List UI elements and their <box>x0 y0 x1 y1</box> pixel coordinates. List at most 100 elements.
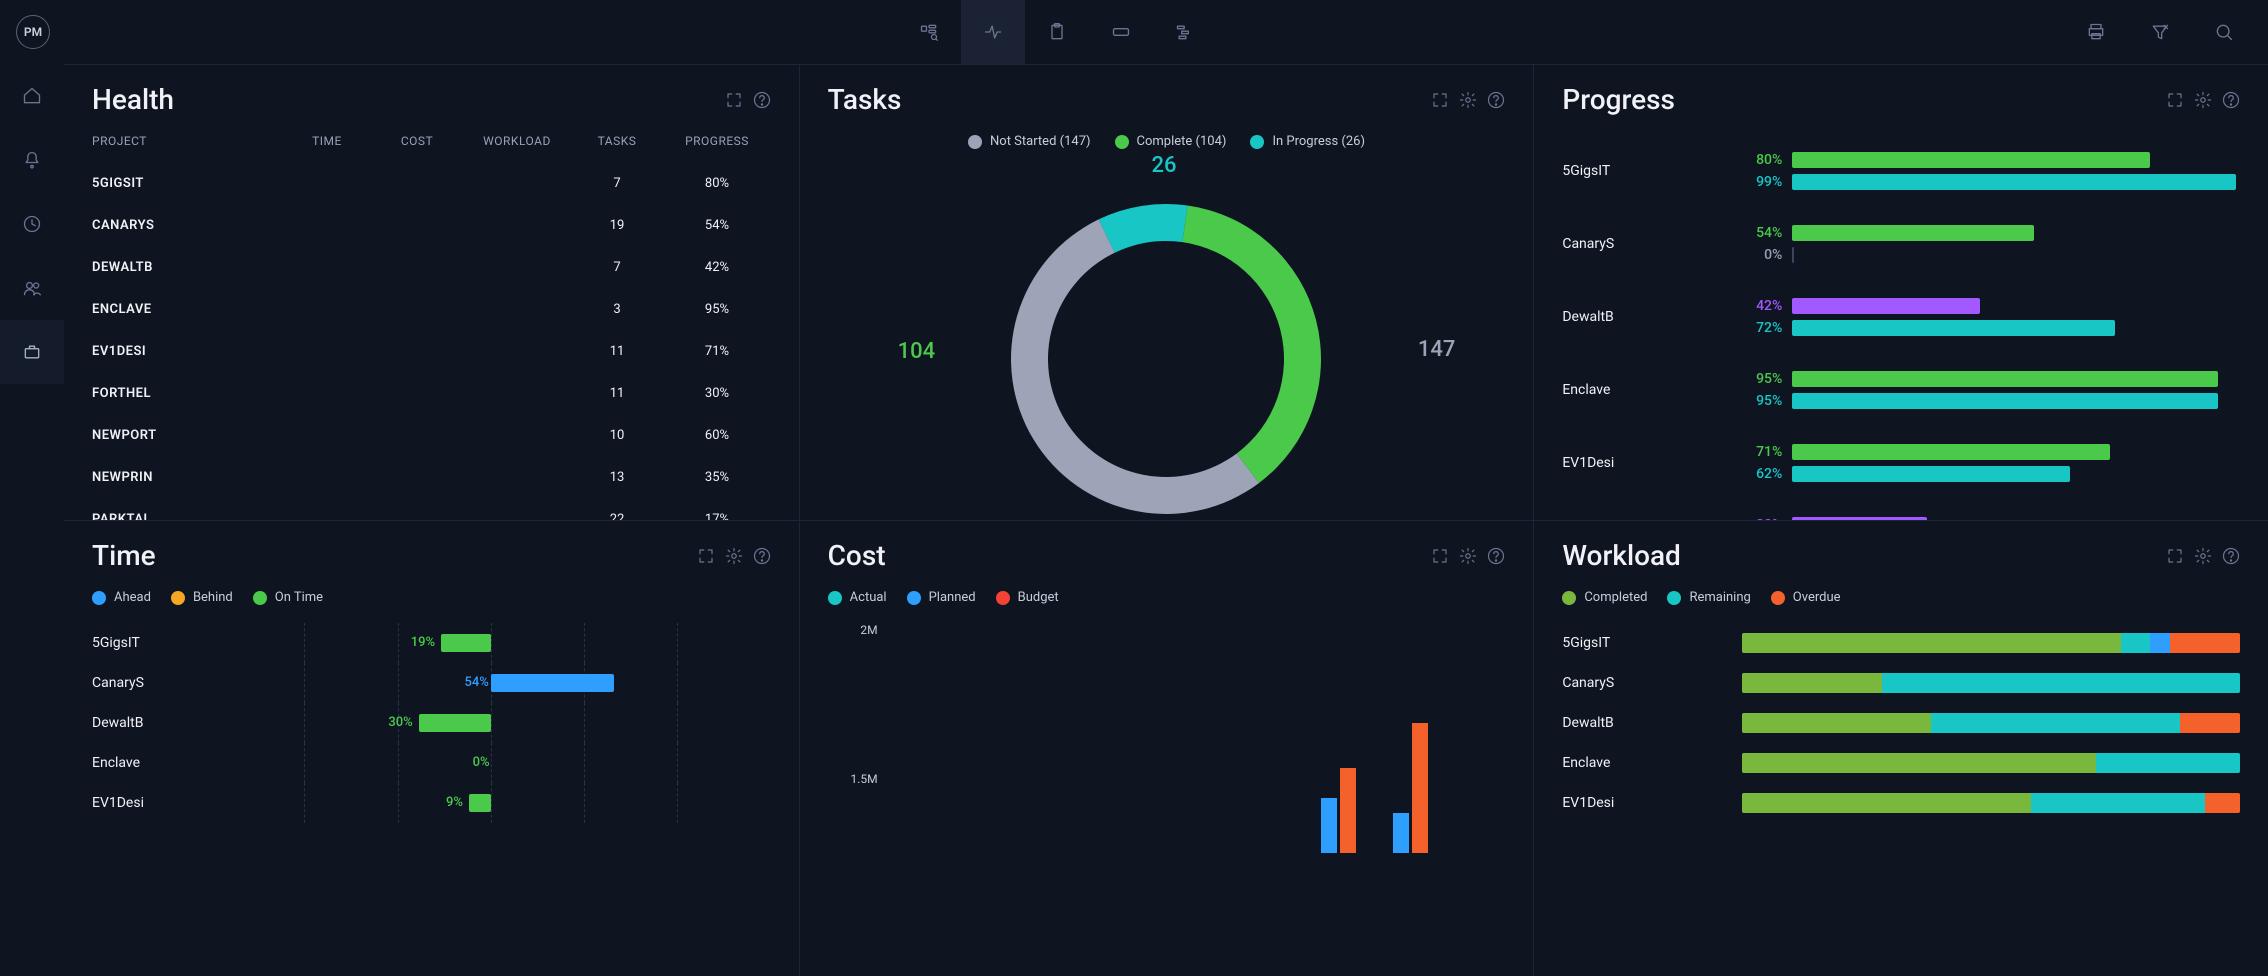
legend-item[interactable]: On Time <box>253 590 323 605</box>
workload-row[interactable]: Enclave <box>1562 743 2240 783</box>
project-name: CanaryS <box>92 675 212 691</box>
progress-bar: 95% <box>1732 371 2240 387</box>
sidebar-users-icon[interactable] <box>0 256 64 320</box>
workload-segment <box>2031 793 2205 813</box>
gear-icon[interactable] <box>1459 91 1477 109</box>
workload-bar <box>1742 793 2240 813</box>
health-row[interactable]: NEWPRIN 13 35% <box>92 456 771 498</box>
progress-pct: 71% <box>662 344 772 359</box>
bar-planned <box>1321 798 1337 853</box>
help-icon[interactable] <box>1487 91 1505 109</box>
expand-icon[interactable] <box>1431 547 1449 565</box>
card-icon[interactable] <box>1089 0 1153 64</box>
help-icon[interactable] <box>2222 547 2240 565</box>
legend-item[interactable]: Remaining <box>1667 590 1750 605</box>
workload-segment <box>2170 633 2240 653</box>
flow-icon[interactable] <box>1153 0 1217 64</box>
gear-icon[interactable] <box>2194 91 2212 109</box>
legend-dot <box>1250 135 1264 149</box>
project-name: EV1Desi <box>92 795 212 811</box>
progress-bar: 99% <box>1732 174 2240 190</box>
project-name: NEWPRIN <box>92 470 282 485</box>
legend-item[interactable]: In Progress (26) <box>1250 134 1365 149</box>
workload-row[interactable]: 5GigsIT <box>1562 623 2240 663</box>
tasks-donut: 26104147 <box>828 159 1506 520</box>
time-row[interactable]: Enclave 0% <box>92 743 771 783</box>
legend-item[interactable]: Completed <box>1562 590 1647 605</box>
legend-label: Ahead <box>114 590 151 605</box>
activity-icon[interactable] <box>961 0 1025 64</box>
progress-row[interactable]: 5GigsIT 80% 99% <box>1562 134 2240 207</box>
progress-row[interactable]: FortheL 30% 0% <box>1562 499 2240 520</box>
expand-icon[interactable] <box>2166 91 2184 109</box>
legend-item[interactable]: Actual <box>828 590 887 605</box>
legend-item[interactable]: Planned <box>907 590 976 605</box>
help-icon[interactable] <box>753 547 771 565</box>
search-icon[interactable] <box>2192 0 2256 64</box>
legend-item[interactable]: Not Started (147) <box>968 134 1091 149</box>
time-row[interactable]: 5GigsIT 19% <box>92 623 771 663</box>
health-row[interactable]: PARKTAL 22 17% <box>92 498 771 520</box>
progress-bar: 71% <box>1732 444 2240 460</box>
help-icon[interactable] <box>753 91 771 109</box>
progress-value: 80% <box>1732 152 1782 168</box>
legend-item[interactable]: Behind <box>171 590 233 605</box>
expand-icon[interactable] <box>2166 547 2184 565</box>
overview-icon[interactable] <box>897 0 961 64</box>
filter-icon[interactable] <box>2128 0 2192 64</box>
project-name: ENCLAVE <box>92 302 282 317</box>
app-logo[interactable]: PM <box>16 15 50 49</box>
progress-pct: 17% <box>662 512 772 521</box>
health-row[interactable]: EV1DESI 11 71% <box>92 330 771 372</box>
help-icon[interactable] <box>2222 91 2240 109</box>
progress-bar: 0% <box>1732 247 2240 263</box>
workload-segment <box>2096 753 2240 773</box>
sidebar-bell-icon[interactable] <box>0 128 64 192</box>
gear-icon[interactable] <box>1459 547 1477 565</box>
help-icon[interactable] <box>1487 547 1505 565</box>
time-row[interactable]: EV1Desi 9% <box>92 783 771 823</box>
time-row[interactable]: CanaryS 54% <box>92 663 771 703</box>
progress-row[interactable]: Enclave 95% 95% <box>1562 353 2240 426</box>
project-name: DewaltB <box>1562 715 1742 731</box>
gear-icon[interactable] <box>2194 547 2212 565</box>
health-row[interactable]: FORTHEL 11 30% <box>92 372 771 414</box>
workload-row[interactable]: CanaryS <box>1562 663 2240 703</box>
workload-row[interactable]: DewaltB <box>1562 703 2240 743</box>
expand-icon[interactable] <box>725 91 743 109</box>
progress-row[interactable]: EV1Desi 71% 62% <box>1562 426 2240 499</box>
topbar-center <box>50 0 2064 64</box>
legend-label: On Time <box>275 590 323 605</box>
legend-item[interactable]: Overdue <box>1771 590 1841 605</box>
project-name: 5GigsIT <box>1562 635 1742 651</box>
gear-icon[interactable] <box>725 547 743 565</box>
legend-item[interactable]: Complete (104) <box>1115 134 1227 149</box>
sidebar-clock-icon[interactable] <box>0 192 64 256</box>
workload-segment <box>2121 633 2151 653</box>
expand-icon[interactable] <box>697 547 715 565</box>
progress-pct: 42% <box>662 260 772 275</box>
sidebar-briefcase-icon[interactable] <box>0 320 64 384</box>
tasks-count: 11 <box>572 386 662 401</box>
workload-row[interactable]: EV1Desi <box>1562 783 2240 823</box>
topbar: PM <box>0 0 2268 64</box>
legend-item[interactable]: Budget <box>996 590 1059 605</box>
bar-budget <box>1340 768 1356 853</box>
print-icon[interactable] <box>2064 0 2128 64</box>
workload-segment <box>2150 633 2170 653</box>
clipboard-icon[interactable] <box>1025 0 1089 64</box>
health-row[interactable]: DEWALTB 7 42% <box>92 246 771 288</box>
health-row[interactable]: NEWPORT 10 60% <box>92 414 771 456</box>
sidebar-home-icon[interactable] <box>0 64 64 128</box>
panel-workload: Workload CompletedRemainingOverdue 5Gigs… <box>1533 520 2268 976</box>
legend-item[interactable]: Ahead <box>92 590 151 605</box>
progress-row[interactable]: CanaryS 54% 0% <box>1562 207 2240 280</box>
expand-icon[interactable] <box>1431 91 1449 109</box>
progress-row[interactable]: DewaltB 42% 72% <box>1562 280 2240 353</box>
health-row[interactable]: ENCLAVE 3 95% <box>92 288 771 330</box>
time-row[interactable]: DewaltB 30% <box>92 703 771 743</box>
legend-label: Complete (104) <box>1137 134 1227 149</box>
health-row[interactable]: CANARYS 19 54% <box>92 204 771 246</box>
tasks-count: 3 <box>572 302 662 317</box>
health-row[interactable]: 5GIGSIT 7 80% <box>92 162 771 204</box>
